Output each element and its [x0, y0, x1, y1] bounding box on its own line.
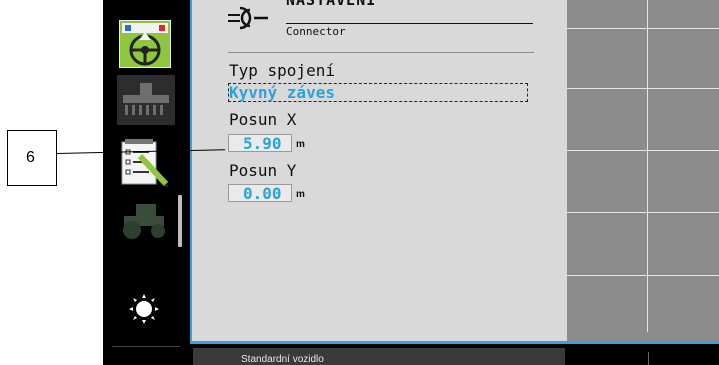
steering-wheel-icon[interactable]	[119, 20, 171, 68]
brightness-icon[interactable]	[128, 293, 160, 325]
tractor-icon[interactable]	[118, 200, 172, 240]
implement-icon[interactable]	[117, 75, 175, 125]
sidebar-divider	[112, 346, 180, 347]
page-title: NASTAVENÍ	[286, 0, 377, 9]
status-bar-right	[567, 348, 719, 365]
offset-y-unit: m	[296, 189, 305, 200]
status-bar-divider	[648, 352, 649, 365]
vehicle-name: Standardní vozidlo	[241, 354, 324, 365]
offset-y-value: 0.00	[243, 184, 282, 203]
callout-number: 6	[26, 149, 35, 166]
page-subtitle: Connector	[286, 25, 346, 38]
header-separator	[228, 52, 534, 53]
coupling-type-value: Kyvný záves	[229, 83, 335, 102]
header-underline	[286, 23, 533, 24]
offset-x-label: Posun X	[229, 110, 297, 129]
offset-x-unit: m	[296, 139, 305, 150]
offset-x-value: 5.90	[243, 134, 282, 153]
checklist-edit-icon[interactable]	[120, 138, 170, 188]
button-grid	[567, 0, 719, 341]
sidebar-scrollbar[interactable]	[178, 195, 182, 247]
coupling-type-label: Typ spojení	[229, 61, 335, 80]
offset-y-label: Posun Y	[229, 161, 297, 180]
connector-icon	[226, 2, 270, 32]
